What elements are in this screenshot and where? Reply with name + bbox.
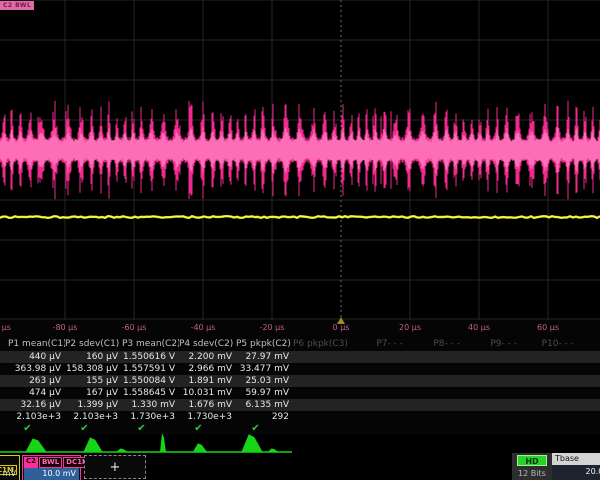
param-value: 6.135 mV (236, 399, 293, 411)
hd-mode-badge[interactable]: HD (517, 455, 547, 466)
param-value: 2.103e+3 (65, 411, 122, 423)
time-tick-label: -100 µs (0, 323, 11, 332)
param-header[interactable]: P6 pkpk(C3) (293, 338, 350, 350)
time-tick-label: 0 µs (333, 323, 350, 332)
param-value: 25.03 mV (236, 375, 293, 387)
time-tick-label: -40 µs (191, 323, 216, 332)
trend-peak (117, 449, 127, 452)
time-tick-label: -80 µs (53, 323, 78, 332)
param-header[interactable]: P7- - - (350, 338, 407, 350)
param-value: 292 (236, 411, 293, 423)
c1-scale-value: 0 mV (0, 469, 16, 478)
param-value: 1.730e+3 (179, 411, 236, 423)
param-header[interactable]: P4 sdev(C2) (179, 338, 236, 350)
waveform-grid[interactable]: C2 BWL (0, 0, 600, 320)
time-tick-label: -60 µs (122, 323, 147, 332)
param-value: 1.399 µV (65, 399, 122, 411)
measurement-table: P1 mean(C1)P2 sdev(C1)P3 mean(C2)P4 sdev… (0, 338, 600, 435)
add-trace-button[interactable]: + (84, 455, 146, 479)
param-header[interactable]: P1 mean(C1) (8, 338, 65, 350)
trend-peak (161, 435, 166, 452)
param-value: 1.550084 V (122, 375, 179, 387)
table-row: 32.16 µV1.399 µV1.330 mV1.676 mV6.135 mV (0, 399, 600, 411)
param-value: 1.550616 V (122, 351, 179, 363)
trend-peak (242, 435, 262, 452)
param-value: 155 µV (65, 375, 122, 387)
param-value: 2.200 mV (179, 351, 236, 363)
param-value: 1.557591 V (122, 363, 179, 375)
trend-peak (84, 438, 102, 452)
trace-descriptor-badge[interactable]: C2 BWL (0, 1, 34, 10)
param-value: 10.031 mV (179, 387, 236, 399)
channel-c1-descriptor[interactable]: DC1M 0 mV (0, 455, 20, 480)
param-value: 158.308 µV (65, 363, 122, 375)
param-value: 27.97 mV (236, 351, 293, 363)
table-row: 263 µV155 µV1.550084 V1.891 mV25.03 mV (0, 375, 600, 387)
param-value: 2.966 mV (179, 363, 236, 375)
param-header[interactable]: P8- - - (407, 338, 464, 350)
trend-peak (26, 439, 46, 452)
table-row: P1 mean(C1)P2 sdev(C1)P3 mean(C2)P4 sdev… (0, 338, 600, 351)
time-axis: -100 µs -80 µs -60 µs -40 µs -20 µs 0 µs 20 µs… (0, 320, 600, 338)
param-value: 474 µV (8, 387, 65, 399)
time-tick-label: -20 µs (260, 323, 285, 332)
param-header[interactable]: P9- - - (464, 338, 521, 350)
time-tick-label: 60 µs (537, 323, 559, 332)
c2-scale-value: 10.0 mV (24, 468, 79, 480)
trigger-time-marker[interactable] (337, 317, 345, 324)
oscilloscope-screen: C2 BWL -100 µs -80 µs -60 µs -40 µs -20 µs 0 … (0, 0, 600, 480)
param-value: 2.103e+3 (8, 411, 65, 423)
param-value: 1.891 mV (179, 375, 236, 387)
descriptor-bar: DC1M 0 mV C2 BWL DC1M 10.0 mV + HD 12 Bi… (0, 455, 600, 480)
param-value: 440 µV (8, 351, 65, 363)
trend-peak (269, 449, 278, 452)
trend-peak (194, 444, 207, 452)
param-value: 160 µV (65, 351, 122, 363)
table-row: 440 µV160 µV1.550616 V2.200 mV27.97 mV (0, 351, 600, 363)
param-value: 263 µV (8, 375, 65, 387)
param-value: 1.330 mV (122, 399, 179, 411)
time-tick-label: 20 µs (399, 323, 421, 332)
param-header[interactable]: P2 sdev(C1) (65, 338, 122, 350)
trend-strip (0, 433, 600, 455)
param-value: 363.98 µV (8, 363, 65, 375)
param-value: 1.558645 V (122, 387, 179, 399)
param-value: 167 µV (65, 387, 122, 399)
hd-bits-label: 12 Bits (518, 469, 546, 478)
channel-c2-descriptor[interactable]: C2 BWL DC1M 10.0 mV (22, 455, 81, 480)
trend-canvas (0, 433, 600, 455)
param-value: 32.16 µV (8, 399, 65, 411)
c2-channel-chip: C2 (24, 457, 38, 468)
table-row: 363.98 µV158.308 µV1.557591 V2.966 mV33.… (0, 363, 600, 375)
param-header[interactable]: P10- - - (521, 338, 578, 350)
timebase-value: 20.0 µ (552, 465, 600, 479)
param-header[interactable]: P5 pkpk(C2) (236, 338, 293, 350)
table-row: 2.103e+32.103e+31.730e+31.730e+3292 (0, 411, 600, 423)
param-value: 1.676 mV (179, 399, 236, 411)
param-header[interactable]: P3 mean(C2) (122, 338, 179, 350)
grid-canvas (0, 0, 600, 320)
acquisition-panel[interactable]: HD 12 Bits Tbase 20.0 µ (512, 453, 600, 480)
param-value: 1.730e+3 (122, 411, 179, 423)
table-row: 474 µV167 µV1.558645 V10.031 mV59.97 mV (0, 387, 600, 399)
time-tick-label: 40 µs (468, 323, 490, 332)
param-value: 59.97 mV (236, 387, 293, 399)
c2-bwl-badge: BWL (39, 457, 62, 468)
param-value: 33.477 mV (236, 363, 293, 375)
timebase-title: Tbase (552, 453, 600, 465)
timebase-box[interactable]: Tbase 20.0 µ (552, 453, 600, 480)
